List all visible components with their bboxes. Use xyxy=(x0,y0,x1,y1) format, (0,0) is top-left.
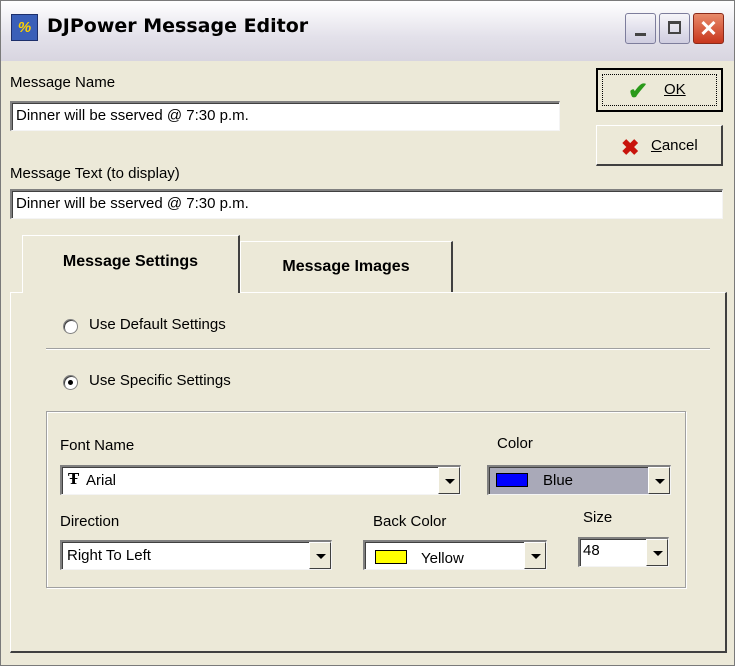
font-name-label: Font Name xyxy=(60,437,135,454)
direction-value: Right To Left xyxy=(67,547,151,564)
color-label: Color xyxy=(497,435,533,452)
back-color-dropdown-arrow[interactable] xyxy=(524,542,546,569)
color-dropdown-arrow[interactable] xyxy=(648,467,670,494)
use-default-settings-label[interactable]: Use Default Settings xyxy=(89,316,226,333)
font-name-dropdown-arrow[interactable] xyxy=(438,467,460,494)
use-default-settings-radio[interactable] xyxy=(63,319,78,334)
size-select[interactable]: 48 xyxy=(578,537,669,567)
app-icon: % xyxy=(11,14,38,41)
color-swatch xyxy=(496,473,528,487)
maximize-button[interactable] xyxy=(659,13,690,44)
chevron-down-icon xyxy=(531,554,541,559)
back-color-label: Back Color xyxy=(373,513,447,530)
cancel-label: Cancel xyxy=(651,137,698,154)
chevron-down-icon xyxy=(655,479,665,484)
chevron-down-icon xyxy=(653,551,663,556)
check-icon: ✔ xyxy=(628,78,649,105)
size-value: 48 xyxy=(583,542,600,559)
x-icon: ✖ xyxy=(621,135,640,160)
message-text-label: Message Text (to display) xyxy=(10,165,180,182)
title-bar[interactable]: % DJPower Message Editor ✕ xyxy=(1,1,734,61)
close-button[interactable]: ✕ xyxy=(693,13,724,44)
ok-button[interactable]: ✔ OK xyxy=(596,68,723,112)
message-name-label: Message Name xyxy=(10,74,116,91)
size-dropdown-arrow[interactable] xyxy=(646,539,668,566)
font-name-select[interactable]: Ŧ Arial xyxy=(60,465,461,495)
message-name-input[interactable]: Dinner will be sserved @ 7:30 p.m. xyxy=(10,101,560,131)
font-name-value: Arial xyxy=(86,472,117,489)
close-icon: ✕ xyxy=(699,16,718,41)
chevron-down-icon xyxy=(316,554,326,559)
back-color-swatch xyxy=(375,550,407,564)
minimize-icon xyxy=(635,33,646,36)
maximize-icon xyxy=(668,21,681,34)
size-label: Size xyxy=(583,509,613,526)
message-editor-window: % DJPower Message Editor ✕ Message Name … xyxy=(0,0,735,666)
direction-dropdown-arrow[interactable] xyxy=(309,542,331,569)
use-specific-settings-radio[interactable] xyxy=(63,375,78,390)
minimize-button[interactable] xyxy=(625,13,656,44)
color-select[interactable]: Blue xyxy=(487,465,671,495)
truetype-font-icon: Ŧ xyxy=(68,470,80,488)
chevron-down-icon xyxy=(445,479,455,484)
direction-label: Direction xyxy=(60,513,120,530)
separator-line xyxy=(46,348,710,350)
cancel-button[interactable]: ✖ Cancel xyxy=(596,125,723,166)
message-text-input[interactable]: Dinner will be sserved @ 7:30 p.m. xyxy=(10,189,723,219)
color-value: Blue xyxy=(543,472,574,489)
window-title: DJPower Message Editor xyxy=(47,15,309,37)
use-specific-settings-label[interactable]: Use Specific Settings xyxy=(89,372,231,389)
back-color-select[interactable]: Yellow xyxy=(363,540,547,570)
tab-message-images[interactable]: Message Images xyxy=(240,241,453,292)
back-color-value: Yellow xyxy=(421,550,464,567)
ok-label: OK xyxy=(664,81,686,98)
focus-rectangle xyxy=(602,74,717,106)
direction-select[interactable]: Right To Left xyxy=(60,540,332,570)
radio-selected-dot xyxy=(68,380,73,385)
tab-message-settings[interactable]: Message Settings xyxy=(22,235,240,293)
